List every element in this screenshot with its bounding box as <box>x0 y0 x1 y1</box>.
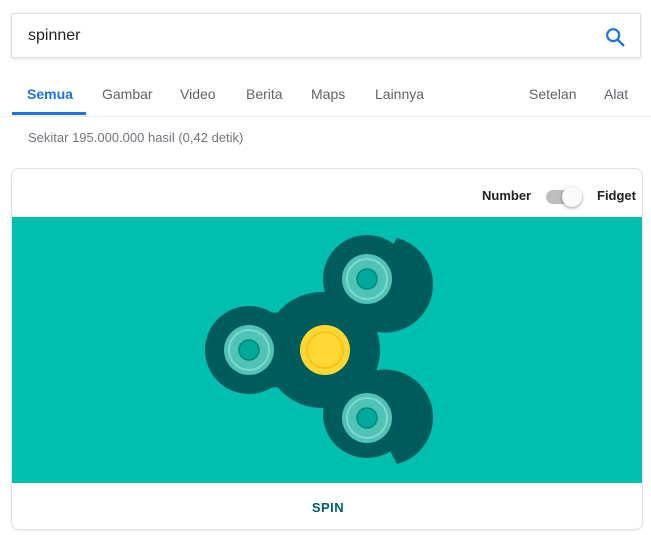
mode-toggle-row: Number Fidget <box>12 169 642 217</box>
tab-semua[interactable]: Semua <box>27 86 73 102</box>
mode-label-number[interactable]: Number <box>482 188 531 203</box>
fidget-spinner-icon[interactable] <box>12 217 643 483</box>
settings-link[interactable]: Setelan <box>529 86 576 102</box>
mode-label-fidget[interactable]: Fidget <box>597 188 636 203</box>
result-stats: Sekitar 195.000.000 hasil (0,42 detik) <box>28 130 244 145</box>
bearing-left <box>224 325 274 375</box>
bearing-top <box>342 254 392 304</box>
spinner-canvas[interactable] <box>12 217 643 483</box>
active-tab-indicator <box>12 112 86 115</box>
search-box <box>11 13 641 58</box>
tab-video[interactable]: Video <box>180 86 216 102</box>
spin-row: SPIN <box>12 483 642 529</box>
tab-lainnya[interactable]: Lainnya <box>375 86 424 102</box>
toggle-knob <box>562 187 582 207</box>
tab-gambar[interactable]: Gambar <box>102 86 153 102</box>
tab-berita[interactable]: Berita <box>246 86 283 102</box>
bearing-bottom <box>342 393 392 443</box>
spin-button[interactable]: SPIN <box>298 494 358 521</box>
tab-maps[interactable]: Maps <box>311 86 345 102</box>
tools-link[interactable]: Alat <box>604 86 628 102</box>
search-button[interactable] <box>602 24 628 50</box>
search-icon <box>606 28 625 47</box>
mode-toggle[interactable] <box>546 187 582 207</box>
tabs-divider <box>0 116 651 117</box>
bearing-center <box>300 325 350 375</box>
spinner-widget: Number Fidget SPIN <box>11 168 643 530</box>
search-input[interactable] <box>28 24 588 48</box>
search-tabs: Semua Gambar Video Berita Maps Lainnya S… <box>0 82 651 116</box>
